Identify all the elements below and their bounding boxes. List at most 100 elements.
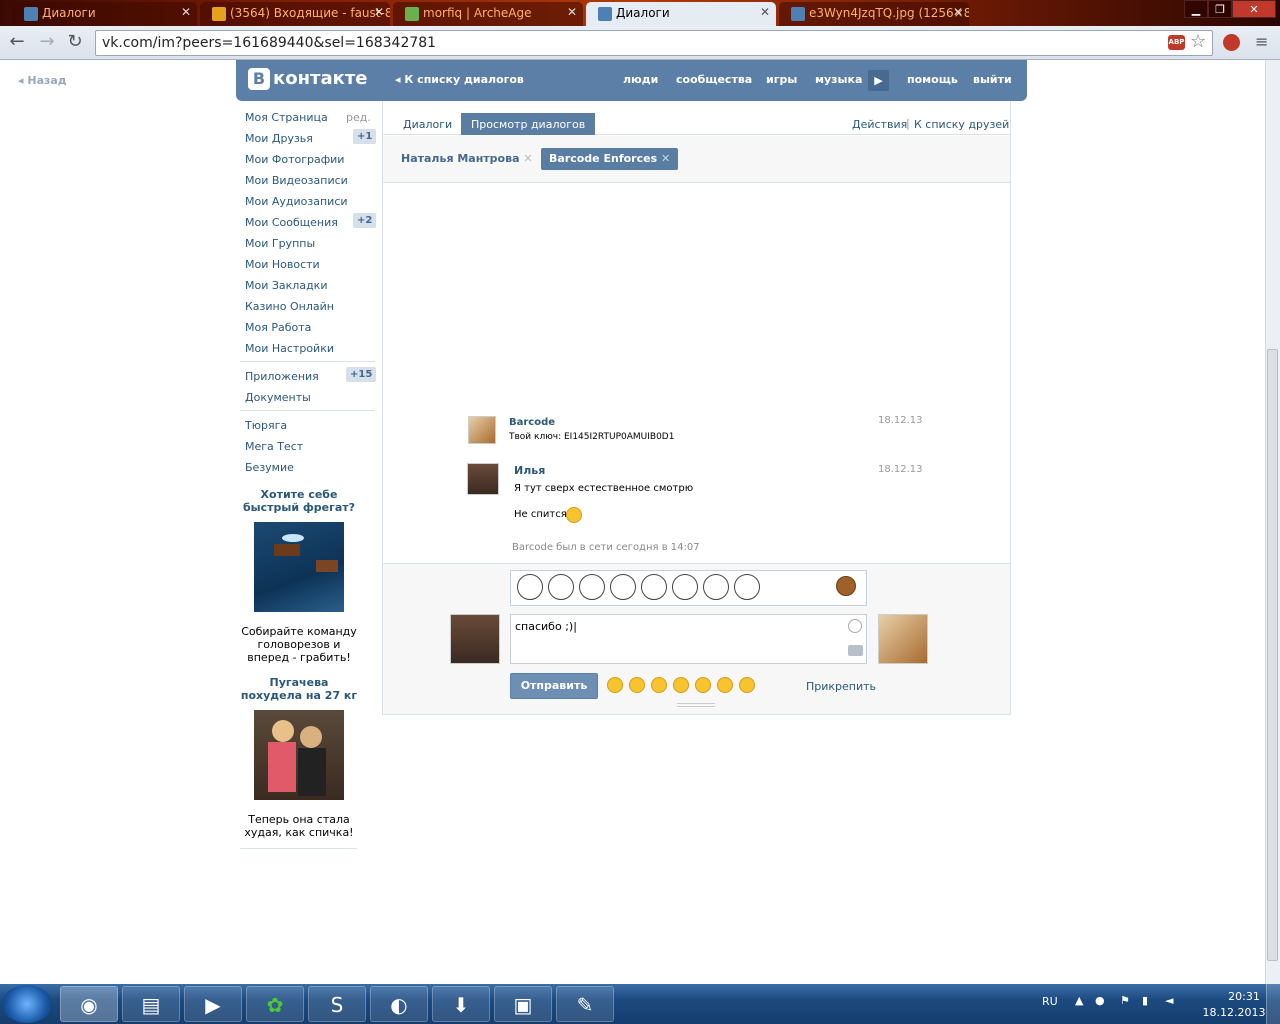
adblock-icon[interactable]: ABP: [1168, 35, 1185, 50]
back-to-dialogs-link[interactable]: ◂ К списку диалогов: [395, 73, 524, 86]
explorer-taskbar-icon[interactable]: ▤: [122, 986, 180, 1022]
actions-link[interactable]: Действия: [852, 118, 907, 131]
browser-tab[interactable]: e3Wyn4JzqTQ.jpg (1256×8 ✕: [779, 2, 969, 26]
close-tab-icon[interactable]: ✕: [953, 5, 963, 19]
neutral-emoji-icon[interactable]: [673, 677, 689, 693]
media-player-taskbar-icon[interactable]: ▶: [184, 986, 242, 1022]
action-center-flag-icon[interactable]: ⚑: [1120, 994, 1130, 1007]
minimize-window-icon[interactable]: ▁: [1184, 0, 1208, 18]
peer-chip-selected[interactable]: Barcode Enforces ✕: [541, 148, 679, 170]
ad-title[interactable]: Хотите себе быстрый фрегат?: [240, 488, 358, 514]
avatar[interactable]: [468, 416, 496, 444]
sender-name[interactable]: Barcode: [509, 417, 555, 428]
close-tab-icon[interactable]: ✕: [181, 5, 191, 19]
tab-view-dialogs[interactable]: Просмотр диалогов: [461, 113, 596, 135]
back-arrow-icon[interactable]: ←: [6, 31, 28, 53]
browser-tab[interactable]: (3564) Входящие - faust-8 ✕: [200, 2, 390, 26]
recipient-avatar[interactable]: [878, 614, 928, 664]
sidebar-item-app-2[interactable]: Мега Тест: [245, 440, 303, 453]
language-indicator[interactable]: RU: [1042, 995, 1058, 1008]
tray-app-icon[interactable]: ●: [1095, 994, 1105, 1007]
nav-communities[interactable]: сообщества: [676, 73, 752, 86]
menu-wrench-icon[interactable]: ≡: [1255, 32, 1268, 51]
rage-face-icon[interactable]: [610, 574, 636, 600]
rage-face-icon[interactable]: [548, 574, 574, 600]
sidebar-item-photos[interactable]: Мои Фотографии: [245, 153, 344, 166]
nav-music[interactable]: музыка: [815, 73, 862, 86]
sidebar-item-groups[interactable]: Мои Группы: [245, 237, 315, 250]
icq-taskbar-icon[interactable]: ✿: [246, 986, 304, 1022]
rage-face-icon[interactable]: [641, 574, 667, 600]
nav-logout[interactable]: выйти: [973, 73, 1012, 86]
clock-time[interactable]: 20:31: [1214, 990, 1274, 1003]
avatar[interactable]: [467, 463, 499, 495]
edit-link[interactable]: ред.: [346, 111, 371, 124]
show-hidden-icons-icon[interactable]: ▲: [1075, 994, 1083, 1007]
sidebar-item-apps[interactable]: Приложения: [245, 370, 319, 383]
attach-link[interactable]: Прикрепить: [806, 680, 876, 693]
close-tab-icon[interactable]: ✕: [567, 5, 577, 19]
camera-icon[interactable]: [848, 645, 863, 656]
rage-face-icon[interactable]: [579, 574, 605, 600]
sidebar-item-my-page[interactable]: Моя Страница: [245, 111, 328, 124]
tab-dialogs[interactable]: Диалоги: [393, 113, 462, 135]
message-input[interactable]: спасибо ;)|: [510, 614, 867, 664]
sidebar-item-work[interactable]: Моя Работа: [245, 321, 311, 334]
volume-icon[interactable]: ◄: [1165, 994, 1173, 1007]
bookmark-star-icon[interactable]: ☆: [1190, 31, 1206, 52]
rage-face-icon[interactable]: [517, 574, 543, 600]
vk-logo-icon[interactable]: В: [248, 68, 270, 90]
sidebar-item-app-1[interactable]: Тюряга: [245, 419, 287, 432]
sidebar-item-news[interactable]: Мои Новости: [245, 258, 320, 271]
peer-chip[interactable]: Наталья Мантрова ✕: [393, 148, 541, 170]
remove-chip-icon[interactable]: ✕: [661, 152, 670, 165]
resize-handle[interactable]: [677, 703, 715, 707]
image-viewer-taskbar-icon[interactable]: ▣: [494, 986, 552, 1022]
sidebar-item-settings[interactable]: Мои Настройки: [245, 342, 334, 355]
app-taskbar-icon[interactable]: ◐: [370, 986, 428, 1022]
vk-logo-text[interactable]: контакте: [273, 68, 367, 89]
download-taskbar-icon[interactable]: ⬇: [432, 986, 490, 1022]
back-link[interactable]: ◂ Назад: [18, 74, 67, 87]
rage-face-icon[interactable]: [672, 574, 698, 600]
nav-games[interactable]: игры: [766, 73, 797, 86]
ad-image[interactable]: [254, 522, 344, 612]
browser-tab[interactable]: Диалоги ✕: [12, 2, 197, 26]
wink-tongue-emoji-icon[interactable]: [629, 677, 645, 693]
paint-taskbar-icon[interactable]: ✎: [556, 986, 614, 1022]
wink-emoji-icon[interactable]: [717, 677, 733, 693]
scrollbar-thumb[interactable]: [1267, 349, 1278, 961]
browser-tab[interactable]: morfiq | ArcheAge ✕: [393, 2, 583, 26]
ad-text[interactable]: Собирайте команду головорезов и вперед -…: [240, 625, 358, 664]
smile-emoji-icon[interactable]: [651, 677, 667, 693]
ad-text[interactable]: Теперь она стала худая, как спичка!: [240, 813, 358, 839]
sidebar-item-audio[interactable]: Мои Аудиозаписи: [245, 195, 348, 208]
clock-date[interactable]: 18.12.2013: [1198, 1006, 1270, 1019]
send-button[interactable]: Отправить: [510, 673, 598, 699]
start-button[interactable]: [2, 985, 52, 1023]
show-desktop-button[interactable]: [1266, 984, 1280, 1024]
remove-chip-icon[interactable]: ✕: [523, 152, 532, 165]
browser-tab-active[interactable]: Диалоги ✕: [586, 2, 776, 26]
close-tab-icon[interactable]: ✕: [760, 5, 770, 19]
kiss-emoji-icon[interactable]: [739, 677, 755, 693]
close-window-icon[interactable]: ✕: [1232, 0, 1276, 18]
rage-face-icon[interactable]: [703, 574, 729, 600]
close-tab-icon[interactable]: ✕: [374, 5, 384, 19]
reload-icon[interactable]: ↻: [64, 31, 86, 53]
ad-title[interactable]: Пугачева похудела на 27 кг: [240, 676, 358, 702]
extension-icon[interactable]: [1223, 34, 1240, 51]
nav-help[interactable]: помощь: [907, 73, 958, 86]
ad-image[interactable]: [254, 710, 344, 800]
play-music-icon[interactable]: ▶: [868, 70, 889, 91]
maximize-window-icon[interactable]: ❐: [1208, 0, 1232, 18]
sidebar-item-videos[interactable]: Мои Видеозаписи: [245, 174, 348, 187]
tired-emoji-icon[interactable]: [695, 677, 711, 693]
skype-taskbar-icon[interactable]: S: [308, 986, 366, 1022]
sidebar-item-casino[interactable]: Казино Онлайн: [245, 300, 334, 313]
my-avatar[interactable]: [450, 614, 500, 664]
rage-face-icon[interactable]: [734, 574, 760, 600]
sidebar-item-bookmarks[interactable]: Мои Закладки: [245, 279, 327, 292]
to-friends-link[interactable]: К списку друзей: [914, 118, 1009, 131]
sender-name[interactable]: Илья: [514, 464, 545, 477]
